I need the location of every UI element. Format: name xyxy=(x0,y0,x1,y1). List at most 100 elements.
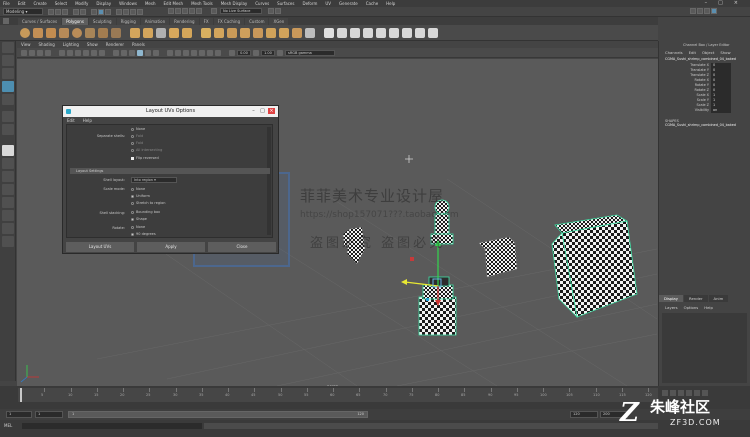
menu-create[interactable]: Create xyxy=(33,1,46,6)
unfold-icon[interactable] xyxy=(389,27,399,38)
playback-end-field[interactable]: 120 xyxy=(570,411,598,418)
menu-cache[interactable]: Cache xyxy=(366,1,378,6)
poly-sphere-icon[interactable] xyxy=(20,27,30,38)
shelf-tab-polygons[interactable]: Polygons xyxy=(62,17,88,25)
scale-none-radio[interactable]: None xyxy=(131,187,145,191)
separate-fold2-radio[interactable]: Fold xyxy=(131,141,143,145)
camera-attributes-icon[interactable] xyxy=(29,49,35,56)
shape-node-name[interactable]: CGMA_Sushi_shrimp_combined_04_baked xyxy=(659,123,750,129)
color-management-icon[interactable] xyxy=(277,49,283,56)
channel-box-icon[interactable] xyxy=(711,8,717,14)
anim-start-field[interactable]: 1 xyxy=(6,411,32,418)
ipr-icon[interactable] xyxy=(182,8,188,14)
menu-mesh-tools[interactable]: Mesh Tools xyxy=(191,1,213,6)
shelf-tab-animation[interactable]: Animation xyxy=(140,17,170,25)
menu-mesh[interactable]: Mesh xyxy=(145,1,156,6)
command-input[interactable] xyxy=(22,423,202,429)
shelf-settings-icon[interactable] xyxy=(3,18,9,24)
uv-editor-icon[interactable] xyxy=(324,27,334,38)
attribute-editor-icon[interactable] xyxy=(697,8,703,14)
view-transform-selector[interactable]: sRGB gamma xyxy=(285,49,335,56)
cut-uv-icon[interactable] xyxy=(415,27,425,38)
playback-start-field[interactable]: 1 xyxy=(35,411,63,418)
use-all-lights-icon[interactable] xyxy=(145,49,151,56)
current-time-marker[interactable] xyxy=(20,388,22,402)
scale-stretch-radio[interactable]: Stretch to region xyxy=(131,201,165,205)
field-chart-icon[interactable] xyxy=(91,49,97,56)
exposure-icon[interactable] xyxy=(229,49,235,56)
script-language-label[interactable]: MEL xyxy=(4,423,12,428)
open-scene-icon[interactable] xyxy=(55,9,61,15)
custom-layout-icon[interactable] xyxy=(2,236,14,247)
channel-menu-object[interactable]: Object xyxy=(702,50,714,55)
close-icon[interactable]: × xyxy=(734,0,738,6)
smooth-shade-icon[interactable] xyxy=(121,49,127,56)
motion-blur-icon[interactable] xyxy=(175,49,181,56)
rotate-tool-icon[interactable] xyxy=(2,94,14,105)
tool-settings-icon[interactable] xyxy=(704,8,710,14)
snap-grid-icon[interactable] xyxy=(116,9,122,15)
cylindrical-map-icon[interactable] xyxy=(350,27,360,38)
layout-uvs-button[interactable]: Layout UVs xyxy=(66,242,134,252)
minimize-icon[interactable]: – xyxy=(705,0,708,6)
menu-help[interactable]: Help xyxy=(386,1,395,6)
textured-icon[interactable] xyxy=(137,49,143,56)
menu-curves[interactable]: Curves xyxy=(255,1,269,6)
flip-reversed-checkbox[interactable]: Flip reversed xyxy=(131,156,159,160)
wireframe-icon[interactable] xyxy=(113,49,119,56)
exposure-field[interactable]: 0.00 xyxy=(237,49,251,56)
scale-uniform-radio[interactable]: Uniform xyxy=(131,194,150,198)
resolution-gate-icon[interactable] xyxy=(75,49,81,56)
last-tool-icon[interactable] xyxy=(2,124,14,135)
layout-uvs-icon[interactable] xyxy=(402,27,412,38)
auto-map-icon[interactable] xyxy=(376,27,386,38)
persp-graph-layout-icon[interactable] xyxy=(2,184,14,195)
poly-cube-icon[interactable] xyxy=(33,27,43,38)
menu-modify[interactable]: Modify xyxy=(75,1,88,6)
stack-shape-radio[interactable]: Shape xyxy=(131,217,147,221)
separate-icon[interactable] xyxy=(143,27,153,38)
rotate-none-radio[interactable]: None xyxy=(131,225,145,229)
scale-tool-icon[interactable] xyxy=(2,111,14,122)
render-settings-icon[interactable] xyxy=(189,8,195,14)
apply-button[interactable]: Apply xyxy=(137,242,205,252)
snap-surface-icon[interactable] xyxy=(137,9,143,15)
fill-hole-icon[interactable] xyxy=(305,27,315,38)
shelf-tab-custom[interactable]: Custom xyxy=(245,17,269,25)
menu-uv[interactable]: UV xyxy=(325,1,331,6)
poly-disc-icon[interactable] xyxy=(98,27,108,38)
panel-menu-show[interactable]: Show xyxy=(87,42,98,47)
new-scene-icon[interactable] xyxy=(48,9,54,15)
separate-none-radio[interactable]: None xyxy=(131,127,145,131)
poly-plane-icon[interactable] xyxy=(85,27,95,38)
dialog-scrollbar[interactable] xyxy=(267,127,271,235)
bookmarks-icon[interactable] xyxy=(37,49,43,56)
input-line-icon[interactable] xyxy=(275,8,281,14)
panel-menu-view[interactable]: View xyxy=(21,42,31,47)
panel-menu-lighting[interactable]: Lighting xyxy=(63,42,79,47)
rotate-90-radio[interactable]: 90 degrees xyxy=(131,232,156,236)
history-icon[interactable] xyxy=(168,8,174,14)
render-frame-icon[interactable] xyxy=(175,8,181,14)
symmetry-icon[interactable] xyxy=(268,8,274,14)
platonic-icon[interactable] xyxy=(111,27,121,38)
close-button[interactable]: Close xyxy=(208,242,276,252)
live-surface-field[interactable]: No Live Surface xyxy=(220,8,262,14)
gamma-field[interactable]: 1.00 xyxy=(261,49,275,56)
uv-layout-icon[interactable] xyxy=(2,223,14,234)
snap-curve-icon[interactable] xyxy=(123,9,129,15)
menu-mesh-display[interactable]: Mesh Display xyxy=(221,1,248,6)
redo-icon[interactable] xyxy=(80,9,86,15)
four-view-layout-icon[interactable] xyxy=(2,158,14,169)
image-plane-icon[interactable] xyxy=(45,49,51,56)
undo-icon[interactable] xyxy=(73,9,79,15)
target-weld-icon[interactable] xyxy=(279,27,289,38)
hypershade-layout-icon[interactable] xyxy=(2,210,14,221)
layer-menu-options[interactable]: Options xyxy=(684,305,699,310)
hypershade-icon[interactable] xyxy=(196,8,202,14)
spherical-map-icon[interactable] xyxy=(363,27,373,38)
boolean-icon[interactable] xyxy=(169,27,179,38)
extrude-icon[interactable] xyxy=(201,27,211,38)
xray-icon[interactable] xyxy=(199,49,205,56)
time-ruler[interactable]: 5 10 15 20 25 30 35 40 45 50 55 60 65 70 75 80 85 90 95 100… xyxy=(18,388,658,402)
